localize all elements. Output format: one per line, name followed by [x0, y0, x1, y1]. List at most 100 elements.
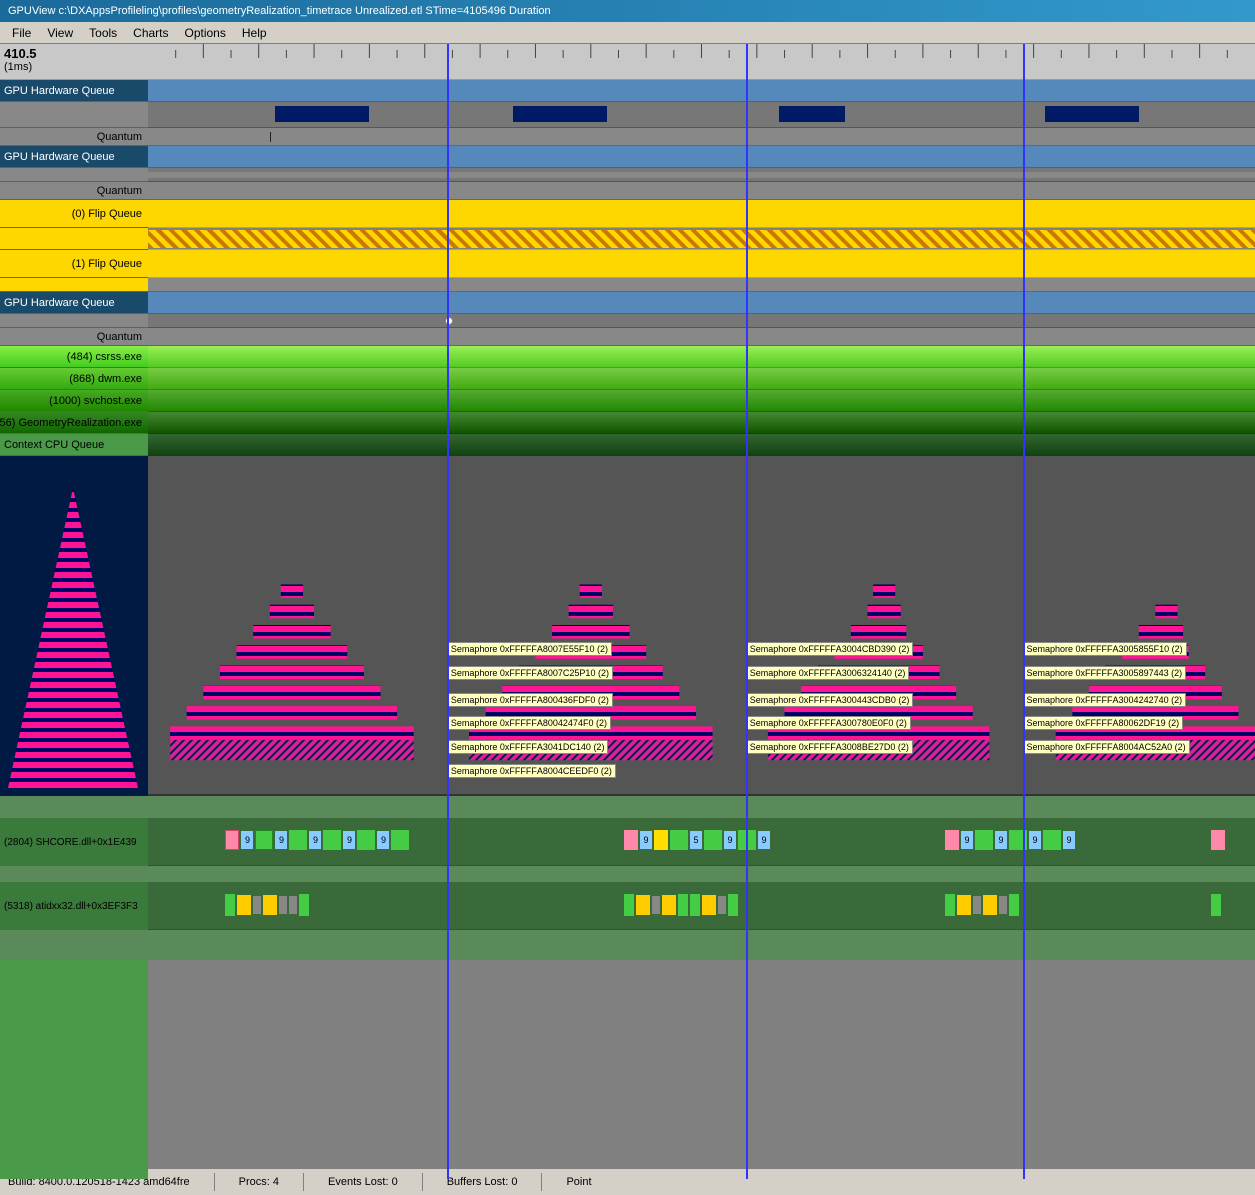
flip0-bar [148, 228, 1255, 250]
sem-label-2: Semaphore 0xFFFFFА8007C25P10 (2) [447, 666, 613, 680]
dll1-g3-n2: 9 [995, 831, 1007, 849]
dll1-num-1: 9 [241, 831, 253, 849]
dll1-g2-n2: 5 [690, 831, 702, 849]
window-title: GPUView c:\DXAppsProfileling\profiles\ge… [8, 5, 551, 17]
context-area: Semaphore 0xFFFFFА8007E55F10 (2) Semapho… [148, 456, 1255, 796]
dll1-num-5: 9 [377, 831, 389, 849]
dll2-group-2 [624, 894, 738, 916]
dll1-g3-pink [945, 830, 959, 850]
blue-line-1 [447, 44, 449, 1179]
right-panel[interactable]: Semaphore 0xFFFFFА8007E55F10 (2) Semapho… [148, 44, 1255, 1179]
gpu-view-window: GPUView c:\DXAppsProfileling\profiles\ge… [0, 0, 1255, 1195]
status-buffers: Buffers Lost: 0 [447, 1176, 518, 1188]
dll2-g3-g1 [945, 894, 955, 916]
dll1-group-1: 9 9 9 9 9 [225, 830, 409, 850]
ruler-row [148, 44, 1255, 80]
menu-options[interactable]: Options [177, 24, 234, 42]
sem-label-11: Semaphore 0xFFFFFА3008BE27D0 (2) [746, 740, 913, 754]
flip0-row [148, 200, 1255, 228]
dll1-track: 9 9 9 9 9 9 [148, 818, 1255, 866]
dll1-g2-n3: 9 [724, 831, 736, 849]
ctx-pyramid-left [8, 488, 138, 788]
spacer-2 [0, 866, 148, 882]
dll1-num-3: 9 [309, 831, 321, 849]
dll2-g1-g1 [225, 894, 235, 916]
dll2-group-1 [225, 894, 309, 916]
dll2-g1-g2 [299, 894, 309, 916]
dll2-g2-gr2 [718, 896, 726, 914]
sem-label-3: Semaphore 0xFFFFFА800436FDF0 (2) [447, 693, 613, 707]
sem-label-14: Semaphore 0xFFFFFА3005855F10 (2) [1023, 642, 1187, 656]
label-track1 [0, 102, 148, 128]
navy-track-1 [148, 102, 1255, 128]
status-point: Point [566, 1176, 591, 1188]
gpu-hw-row-3 [148, 292, 1255, 314]
label-quantum1: Quantum [0, 128, 148, 146]
dll1-g2-g2 [704, 830, 722, 850]
dll1-g3-n3: 9 [1029, 831, 1041, 849]
label-flip0b [0, 228, 148, 250]
dll1-block-green-1 [255, 830, 273, 850]
quantum-row-3 [148, 328, 1255, 346]
dll2-g3-y2 [983, 895, 997, 915]
label-gpu-hw-1: GPU Hardware Queue [0, 80, 148, 102]
label-track2 [0, 168, 148, 182]
gpu-hw-row-1 [148, 80, 1255, 102]
ruler-sub: (1ms) [4, 61, 144, 73]
dll1-g3-n4: 9 [1063, 831, 1075, 849]
quantum-row-2 [148, 182, 1255, 200]
label-quantum2: Quantum [0, 182, 148, 200]
dll1-group-2: 9 5 9 9 [624, 830, 770, 850]
dll2-g2-g4 [728, 894, 738, 916]
label-gpu-hw-2: GPU Hardware Queue [0, 146, 148, 168]
sem-label-4: Semaphore 0xFFFFFА80042474F0 (2) [447, 716, 611, 730]
navy-bar-3 [779, 106, 845, 122]
menu-charts[interactable]: Charts [125, 24, 176, 42]
menu-help[interactable]: Help [234, 24, 275, 42]
sem-label-10: Semaphore 0xFFFFFА300780E0F0 (2) [746, 716, 911, 730]
dll2-g1-gr3 [289, 896, 297, 914]
context-left-block [0, 456, 148, 796]
dll1-block-green-4 [357, 830, 375, 850]
dwm-row [148, 368, 1255, 390]
blue-line-2 [746, 44, 748, 1179]
label-ctx: Context CPU Queue [0, 434, 148, 456]
dll1-g2-g1 [670, 830, 688, 850]
sem-label-7: Semaphore 0xFFFFFА3004CBD390 (2) [746, 642, 914, 656]
left-panel: 410.5 (1ms) GPU Hardware Queue Quantum G… [0, 44, 148, 1179]
label-dwm: (868) dwm.exe [0, 368, 148, 390]
navy-bar-1 [275, 106, 369, 122]
label-track3 [0, 314, 148, 328]
statusbar: Build: 8400.0.120518-1423 amd64fre Procs… [0, 1167, 1255, 1195]
dll2-g2-y1 [636, 895, 650, 915]
status-events: Events Lost: 0 [328, 1176, 398, 1188]
dll1-num-2: 9 [275, 831, 287, 849]
status-sep-1 [214, 1173, 215, 1191]
dll2-g2-gr1 [652, 896, 660, 914]
dll1-block-pink-1 [225, 830, 239, 850]
dll1-g2-pink [624, 830, 638, 850]
label-quantum3: Quantum [0, 328, 148, 346]
label-geom: (4056) GeometryRealization.exe [0, 412, 148, 434]
sem-label-8: Semaphore 0xFFFFFА3006324140 (2) [746, 666, 910, 680]
q-tick-1 [270, 132, 271, 142]
menu-view[interactable]: View [39, 24, 81, 42]
menu-tools[interactable]: Tools [81, 24, 125, 42]
dll2-g3-gr1 [973, 896, 981, 914]
spacer-row-3 [148, 930, 1255, 960]
gpu-hw-row-2 [148, 146, 1255, 168]
dll1-g2-n1: 9 [640, 831, 652, 849]
label-flip1b [0, 278, 148, 292]
sem-label-1: Semaphore 0xFFFFFА8007E55F10 (2) [447, 642, 612, 656]
spacer-row-2 [148, 866, 1255, 882]
dll1-g3-g1 [975, 830, 993, 850]
ruler-label: 410.5 (1ms) [0, 44, 148, 80]
sem-label-15: Semaphore 0xFFFFFА3005897443 (2) [1023, 666, 1187, 680]
dll2-g2-g3 [690, 894, 700, 916]
menu-file[interactable]: File [4, 24, 39, 42]
tracks-container: 410.5 (1ms) GPU Hardware Queue Quantum G… [0, 44, 1255, 1179]
title-bar: GPUView c:\DXAppsProfileling\profiles\ge… [0, 0, 1255, 22]
dll1-num-4: 9 [343, 831, 355, 849]
spacer-1 [0, 796, 148, 818]
dll2-g3-g2 [1009, 894, 1019, 916]
